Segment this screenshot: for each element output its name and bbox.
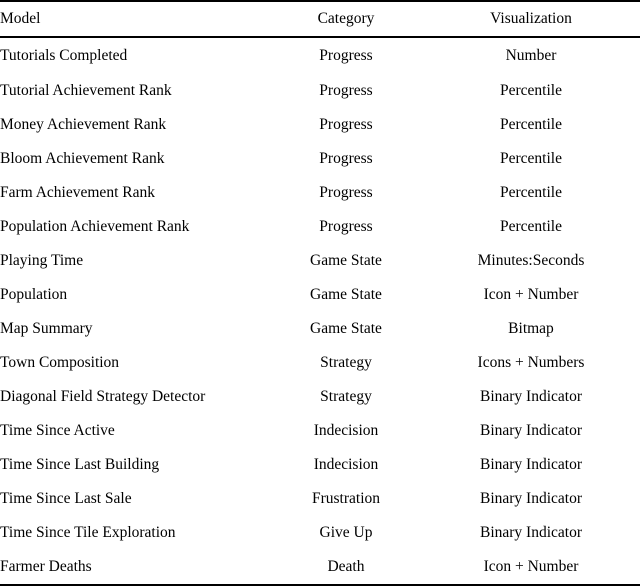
cell-category: Progress [319, 47, 373, 65]
cell-visualization: Binary Indicator [479, 388, 582, 406]
table-row: Farm Achievement Rank Progress Percentile [0, 176, 640, 210]
cell-category: Progress [319, 150, 373, 168]
cell-model: Town Composition [0, 354, 120, 372]
table-row: Time Since Last Building Indecision Binary… [0, 448, 640, 482]
table-row: Time Since Tile Exploration Give Up Binary… [0, 516, 640, 550]
model-category-visualization-table: Model Category Visualization Tutorials C… [0, 0, 640, 586]
cell-visualization: Binary Indicator [479, 524, 582, 542]
cell-visualization: Percentile [500, 150, 562, 168]
cell-category: Progress [319, 116, 373, 134]
table-row: Playing Time Game State Minutes:Seconds [0, 244, 640, 278]
cell-visualization: Binary Indicator [479, 422, 582, 440]
cell-model: Time Since Tile Exploration [0, 524, 176, 542]
table-row: Town Composition Strategy Icons + Numbers [0, 346, 640, 380]
cell-category: Game State [310, 286, 382, 304]
cell-model: Population [0, 286, 68, 304]
cell-visualization: Binary Indicator [479, 490, 582, 508]
cell-category: Game State [310, 252, 382, 270]
table-row: Farmer Deaths Death Icon + Number [0, 550, 640, 586]
cell-visualization: Icons + Numbers [477, 354, 585, 372]
cell-visualization: Percentile [500, 116, 562, 134]
table-header: Model Category Visualization [0, 0, 640, 38]
cell-category: Game State [310, 320, 382, 338]
cell-visualization: Icon + Number [422, 550, 640, 586]
cell-category: Indecision [313, 422, 379, 440]
cell-model: Tutorials Completed [0, 47, 128, 65]
cell-category: Progress [319, 82, 373, 100]
table-row: Tutorial Achievement Rank Progress Percent… [0, 74, 640, 108]
cell-visualization: Minutes:Seconds [477, 252, 585, 270]
cell-model: Time Since Last Sale [0, 490, 132, 508]
table-row: Tutorials Completed Progress Number [0, 37, 640, 74]
cell-visualization: Bitmap [508, 320, 554, 338]
column-header-model: Model [0, 0, 270, 38]
cell-model: Farm Achievement Rank [0, 184, 155, 202]
cell-model: Map Summary [0, 320, 93, 338]
cell-visualization: Percentile [500, 184, 562, 202]
table-container: Model Category Visualization Tutorials C… [0, 0, 640, 586]
cell-category: Frustration [311, 490, 381, 508]
cell-category: Death [270, 550, 422, 586]
cell-model: Bloom Achievement Rank [0, 150, 165, 168]
cell-category: Give Up [319, 524, 373, 542]
table-row: Diagonal Field Strategy Detector Strategy… [0, 380, 640, 414]
table-row: Bloom Achievement Rank Progress Percentile [0, 142, 640, 176]
table-row: Time Since Last Sale Frustration Binary In… [0, 482, 640, 516]
cell-visualization: Icon + Number [483, 286, 579, 304]
cell-model: Farmer Deaths [0, 550, 270, 586]
table-body: Tutorials Completed Progress Number Tutoria… [0, 37, 640, 586]
cell-model: Diagonal Field Strategy Detector [0, 388, 206, 406]
cell-model: Time Since Last Building [0, 456, 160, 474]
cell-category: Strategy [320, 388, 372, 406]
cell-visualization: Number [505, 47, 557, 65]
table-row: Population Game State Icon + Number [0, 278, 640, 312]
table-row: Time Since Active Indecision Binary Indica… [0, 414, 640, 448]
cell-visualization: Binary Indicator [479, 456, 582, 474]
cell-category: Progress [319, 184, 373, 202]
table-header-row: Model Category Visualization [0, 0, 640, 38]
cell-model: Playing Time [0, 252, 84, 270]
column-header-category: Category [270, 0, 422, 38]
cell-category: Indecision [313, 456, 379, 474]
cell-model: Tutorial Achievement Rank [0, 82, 172, 100]
cell-visualization: Percentile [500, 218, 562, 236]
table-row: Population Achievement Rank Progress Perce… [0, 210, 640, 244]
cell-visualization: Percentile [500, 82, 562, 100]
cell-category: Strategy [320, 354, 372, 372]
cell-model: Population Achievement Rank [0, 218, 190, 236]
cell-model: Money Achievement Rank [0, 116, 167, 134]
cell-model: Time Since Active [0, 422, 115, 440]
column-header-visualization: Visualization [422, 0, 640, 38]
table-row: Map Summary Game State Bitmap [0, 312, 640, 346]
cell-category: Progress [319, 218, 373, 236]
table-row: Money Achievement Rank Progress Percentile [0, 108, 640, 142]
